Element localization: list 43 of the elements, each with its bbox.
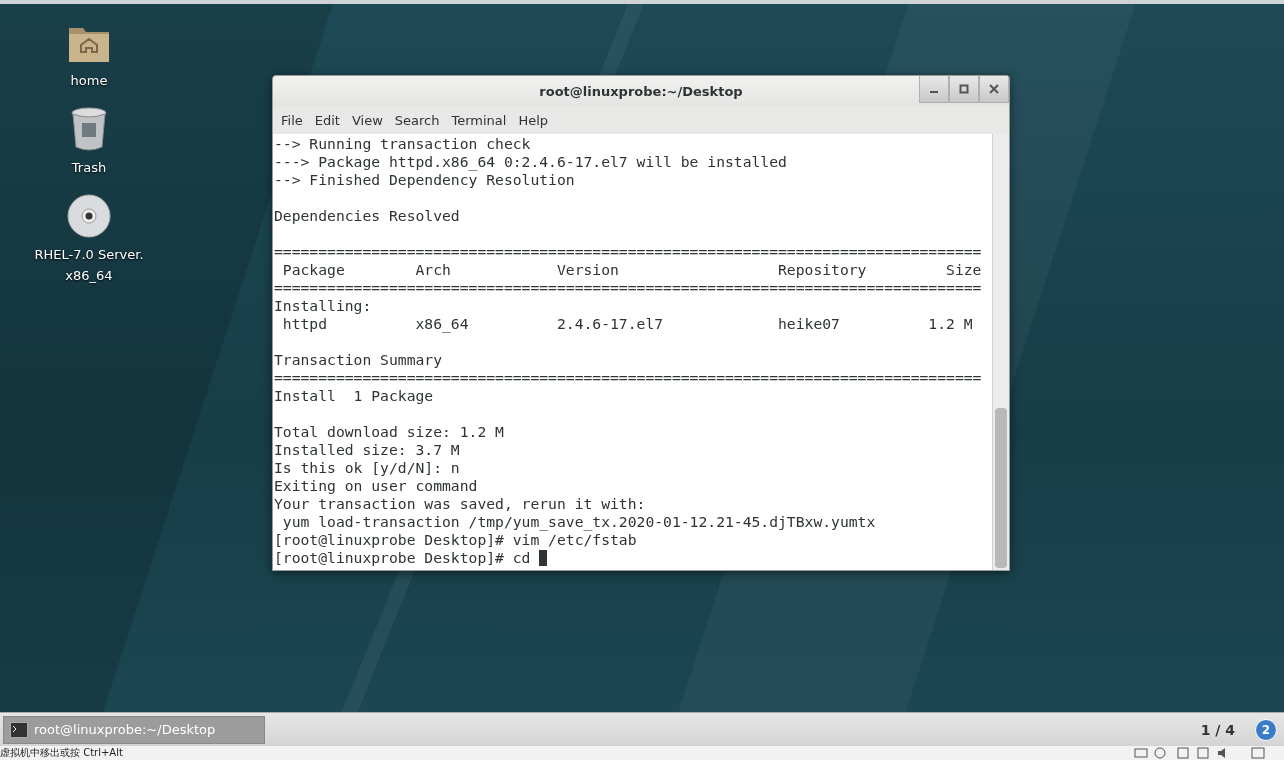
maximize-icon bbox=[959, 84, 969, 94]
terminal-icon bbox=[10, 721, 28, 738]
terminal-line: Installing: bbox=[274, 297, 372, 315]
disc-icon[interactable] bbox=[67, 194, 111, 238]
terminal-line: httpd x86_64 2.4.6-17.el7 heike07 1.2 M bbox=[281, 315, 973, 333]
menu-item[interactable]: Search bbox=[388, 112, 446, 128]
terminal-line: Installed size: 3.7 M bbox=[274, 441, 460, 459]
maximize-button[interactable] bbox=[949, 76, 979, 103]
desktop-icon-label: home bbox=[70, 72, 108, 90]
notification-badge[interactable]: 2 bbox=[1255, 718, 1277, 741]
menu-item[interactable]: Terminal bbox=[445, 112, 513, 128]
menu-item[interactable]: File bbox=[275, 112, 309, 128]
minimize-icon bbox=[930, 91, 938, 93]
window-title: root@linuxprobe:~/Desktop bbox=[539, 83, 743, 99]
desktop-icon-label: Trash bbox=[71, 159, 107, 177]
terminal-line: Install 1 Package bbox=[274, 387, 434, 405]
menu-item[interactable]: Edit bbox=[308, 112, 346, 128]
terminal-line: Is this ok [y/d/N]: n bbox=[274, 459, 460, 477]
desktop-icon-label: RHEL-7.0 Server. x86_64 bbox=[34, 246, 144, 285]
close-icon bbox=[989, 84, 999, 94]
terminal-line: ================================================================================ bbox=[274, 279, 982, 297]
terminal-line: [root@linuxprobe Desktop]# vim /etc/fstab bbox=[274, 531, 637, 549]
terminal-line: Total download size: 1.2 M bbox=[274, 423, 504, 441]
terminal-line: --> Finished Dependency Resolution bbox=[274, 171, 575, 189]
terminal-line: Transaction Summary bbox=[274, 351, 442, 369]
terminal-line: [root@linuxprobe Desktop]# cd bbox=[274, 549, 531, 567]
status-hint: 虚拟机中移出或按 Ctrl+Alt bbox=[0, 746, 123, 760]
terminal-line: Exiting on user command bbox=[274, 477, 478, 495]
trash-icon[interactable] bbox=[70, 107, 108, 151]
close-button[interactable] bbox=[979, 76, 1009, 103]
terminal-line: Package Arch Version Repository Size bbox=[281, 261, 982, 279]
terminal-line: ================================================================================ bbox=[274, 369, 982, 387]
text-cursor bbox=[539, 550, 548, 566]
workspace-indicator[interactable]: 1 / 4 bbox=[1200, 721, 1235, 738]
terminal-line: Your transaction was saved, rerun it with: bbox=[274, 495, 646, 513]
terminal-line: ================================================================================ bbox=[274, 243, 982, 261]
menu-item[interactable]: Help bbox=[512, 112, 555, 128]
scrollbar-thumb[interactable] bbox=[995, 408, 1007, 568]
menu-item[interactable]: View bbox=[345, 112, 389, 128]
terminal-line: Dependencies Resolved bbox=[274, 207, 460, 225]
terminal-line: --> Running transaction check bbox=[274, 135, 531, 153]
terminal-line: ---> Package httpd.x86_64 0:2.4.6-17.el7 will be installed bbox=[274, 153, 787, 171]
terminal-line: yum load-transaction /tmp/yum_save_tx.2020-01-12.21-45.djTBxw.yumtx bbox=[281, 513, 876, 531]
